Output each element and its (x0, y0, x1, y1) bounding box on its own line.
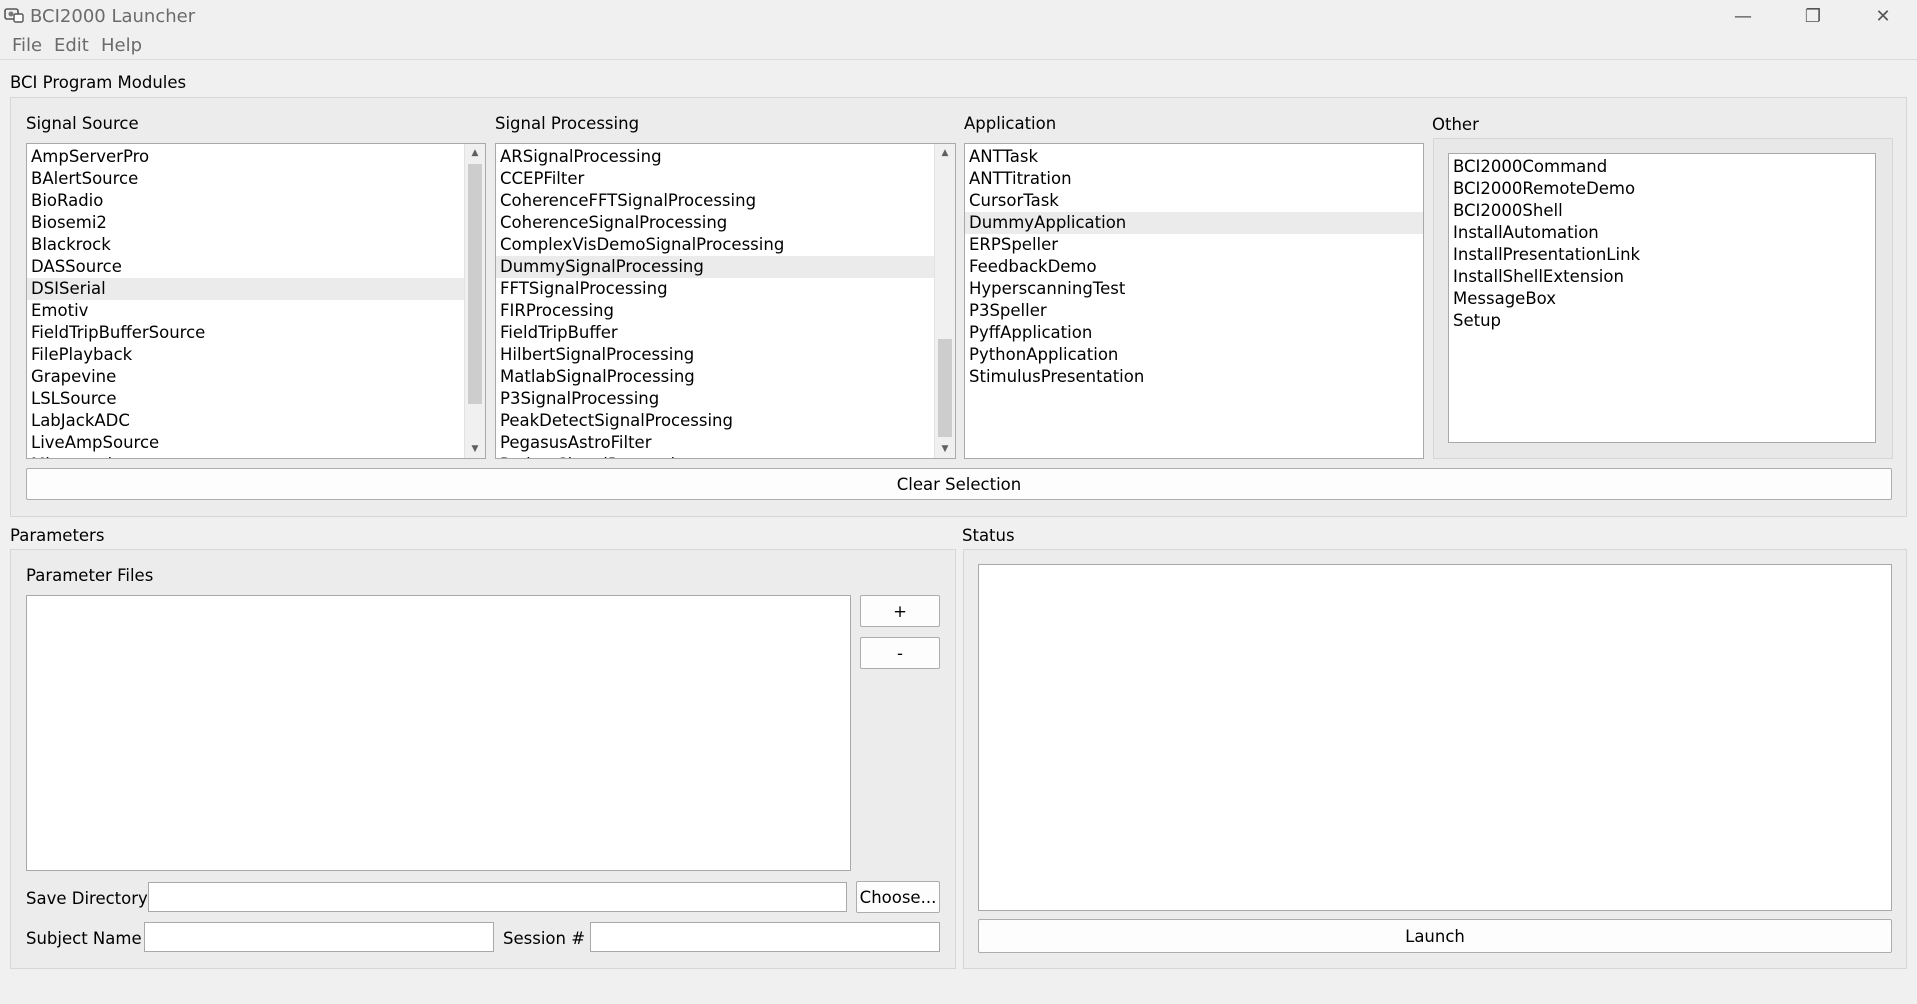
minimize-icon: — (1734, 5, 1752, 27)
list-item[interactable]: LiveAmpSource (27, 432, 485, 454)
list-item[interactable]: Emotiv (27, 300, 485, 322)
status-group-title: Status (962, 526, 1015, 545)
signal-source-scrollbar[interactable]: ▲ ▼ (464, 144, 485, 458)
list-item[interactable]: StimulusPresentation (965, 366, 1423, 388)
list-item[interactable]: PythonApplication (965, 344, 1423, 366)
list-item[interactable]: FieldTripBufferSource (27, 322, 485, 344)
list-item[interactable]: Blackrock (27, 234, 485, 256)
list-item[interactable]: PeakDetectSignalProcessing (496, 410, 955, 432)
title-bar (0, 0, 1917, 32)
clear-selection-button[interactable]: Clear Selection (26, 468, 1892, 500)
save-directory-label: Save Directory (26, 889, 148, 908)
scroll-down-arrow-icon[interactable]: ▼ (935, 440, 955, 458)
scroll-down-arrow-icon[interactable]: ▼ (465, 440, 485, 458)
list-item[interactable]: ANTTitration (965, 168, 1423, 190)
list-item[interactable]: PegasusAstroFilter (496, 432, 955, 454)
list-item[interactable]: P3Speller (965, 300, 1423, 322)
signal-processing-list[interactable]: ARSignalProcessing CCEPFilter CoherenceFFT… (495, 143, 956, 459)
window-title: BCI2000 Launcher (30, 6, 196, 27)
list-item[interactable]: MatlabSignalProcessing (496, 366, 955, 388)
list-item[interactable]: DASSource (27, 256, 485, 278)
list-item[interactable]: FieldTripBuffer (496, 322, 955, 344)
list-item[interactable]: DummyApplication (965, 212, 1423, 234)
list-item[interactable]: BCI2000RemoteDemo (1449, 178, 1875, 200)
parameter-files-label: Parameter Files (26, 566, 154, 585)
application-list[interactable]: ANTTask ANTTitration CursorTask DummyApplic… (964, 143, 1424, 459)
restore-button[interactable]: ❐ (1778, 0, 1848, 32)
session-input[interactable] (590, 922, 940, 952)
list-item[interactable]: PyffApplication (965, 322, 1423, 344)
scroll-up-arrow-icon[interactable]: ▲ (935, 144, 955, 162)
list-item[interactable]: BCI2000Command (1449, 156, 1875, 178)
remove-parameter-file-button[interactable]: - (860, 637, 940, 669)
modules-group-title: BCI Program Modules (10, 73, 187, 92)
list-item[interactable]: Setup (1449, 310, 1875, 332)
launch-button[interactable]: Launch (978, 919, 1892, 953)
menu-separator (0, 59, 1917, 60)
list-item[interactable]: CoherenceFFTSignalProcessing (496, 190, 955, 212)
list-item[interactable]: FilePlayback (27, 344, 485, 366)
close-icon: ✕ (1875, 5, 1891, 27)
list-item[interactable]: ComplexVisDemoSignalProcessing (496, 234, 955, 256)
list-item[interactable]: Micromed (27, 454, 485, 458)
list-item[interactable]: Biosemi2 (27, 212, 485, 234)
session-label: Session # (503, 929, 586, 948)
list-item[interactable]: LSLSource (27, 388, 485, 410)
list-item[interactable]: InstallShellExtension (1449, 266, 1875, 288)
list-item[interactable]: Grapevine (27, 366, 485, 388)
list-item[interactable]: HilbertSignalProcessing (496, 344, 955, 366)
list-item[interactable]: BCI2000Shell (1449, 200, 1875, 222)
list-item[interactable]: ERPSpeller (965, 234, 1423, 256)
minimize-button[interactable]: — (1708, 0, 1778, 32)
list-item[interactable]: LabJackADC (27, 410, 485, 432)
list-item[interactable]: CursorTask (965, 190, 1423, 212)
other-label: Other (1432, 115, 1479, 134)
list-item[interactable]: ARSignalProcessing (496, 146, 955, 168)
list-item[interactable]: FIRProcessing (496, 300, 955, 322)
signal-source-list[interactable]: AmpServerPro BAlertSource BioRadio Biosemi2… (26, 143, 486, 459)
menu-help[interactable]: Help (101, 35, 142, 56)
app-icon (4, 6, 24, 24)
subject-name-label: Subject Name (26, 929, 142, 948)
signal-processing-label: Signal Processing (495, 114, 640, 133)
status-output (978, 564, 1892, 911)
list-item[interactable]: PythonSignalProcessing (496, 454, 955, 458)
subject-name-input[interactable] (144, 922, 494, 952)
choose-directory-button[interactable]: Choose... (856, 881, 940, 913)
restore-icon: ❐ (1804, 5, 1822, 27)
other-list[interactable]: BCI2000Command BCI2000RemoteDemo BCI2000Sh… (1448, 153, 1876, 443)
application-label: Application (964, 114, 1057, 133)
list-item[interactable]: FeedbackDemo (965, 256, 1423, 278)
list-item[interactable]: InstallPresentationLink (1449, 244, 1875, 266)
list-item[interactable]: MessageBox (1449, 288, 1875, 310)
list-item[interactable]: InstallAutomation (1449, 222, 1875, 244)
list-item[interactable]: ANTTask (965, 146, 1423, 168)
list-item[interactable]: DummySignalProcessing (496, 256, 955, 278)
list-item[interactable]: BAlertSource (27, 168, 485, 190)
list-item[interactable]: HyperscanningTest (965, 278, 1423, 300)
list-item[interactable]: AmpServerPro (27, 146, 485, 168)
save-directory-input[interactable] (148, 882, 847, 912)
scrollbar-thumb[interactable] (468, 164, 482, 404)
close-button[interactable]: ✕ (1848, 0, 1917, 32)
list-item[interactable]: CoherenceSignalProcessing (496, 212, 955, 234)
list-item[interactable]: CCEPFilter (496, 168, 955, 190)
list-item[interactable]: FFTSignalProcessing (496, 278, 955, 300)
parameters-group-title: Parameters (10, 526, 105, 545)
scrollbar-thumb[interactable] (938, 339, 952, 437)
signal-processing-scrollbar[interactable]: ▲ ▼ (934, 144, 955, 458)
parameter-files-list[interactable] (26, 595, 851, 871)
list-item[interactable]: P3SignalProcessing (496, 388, 955, 410)
list-item[interactable]: BioRadio (27, 190, 485, 212)
list-item[interactable]: DSISerial (27, 278, 485, 300)
signal-source-label: Signal Source (26, 114, 139, 133)
menu-file[interactable]: File (12, 35, 42, 56)
menu-edit[interactable]: Edit (54, 35, 89, 56)
add-parameter-file-button[interactable]: + (860, 595, 940, 627)
scroll-up-arrow-icon[interactable]: ▲ (465, 144, 485, 162)
